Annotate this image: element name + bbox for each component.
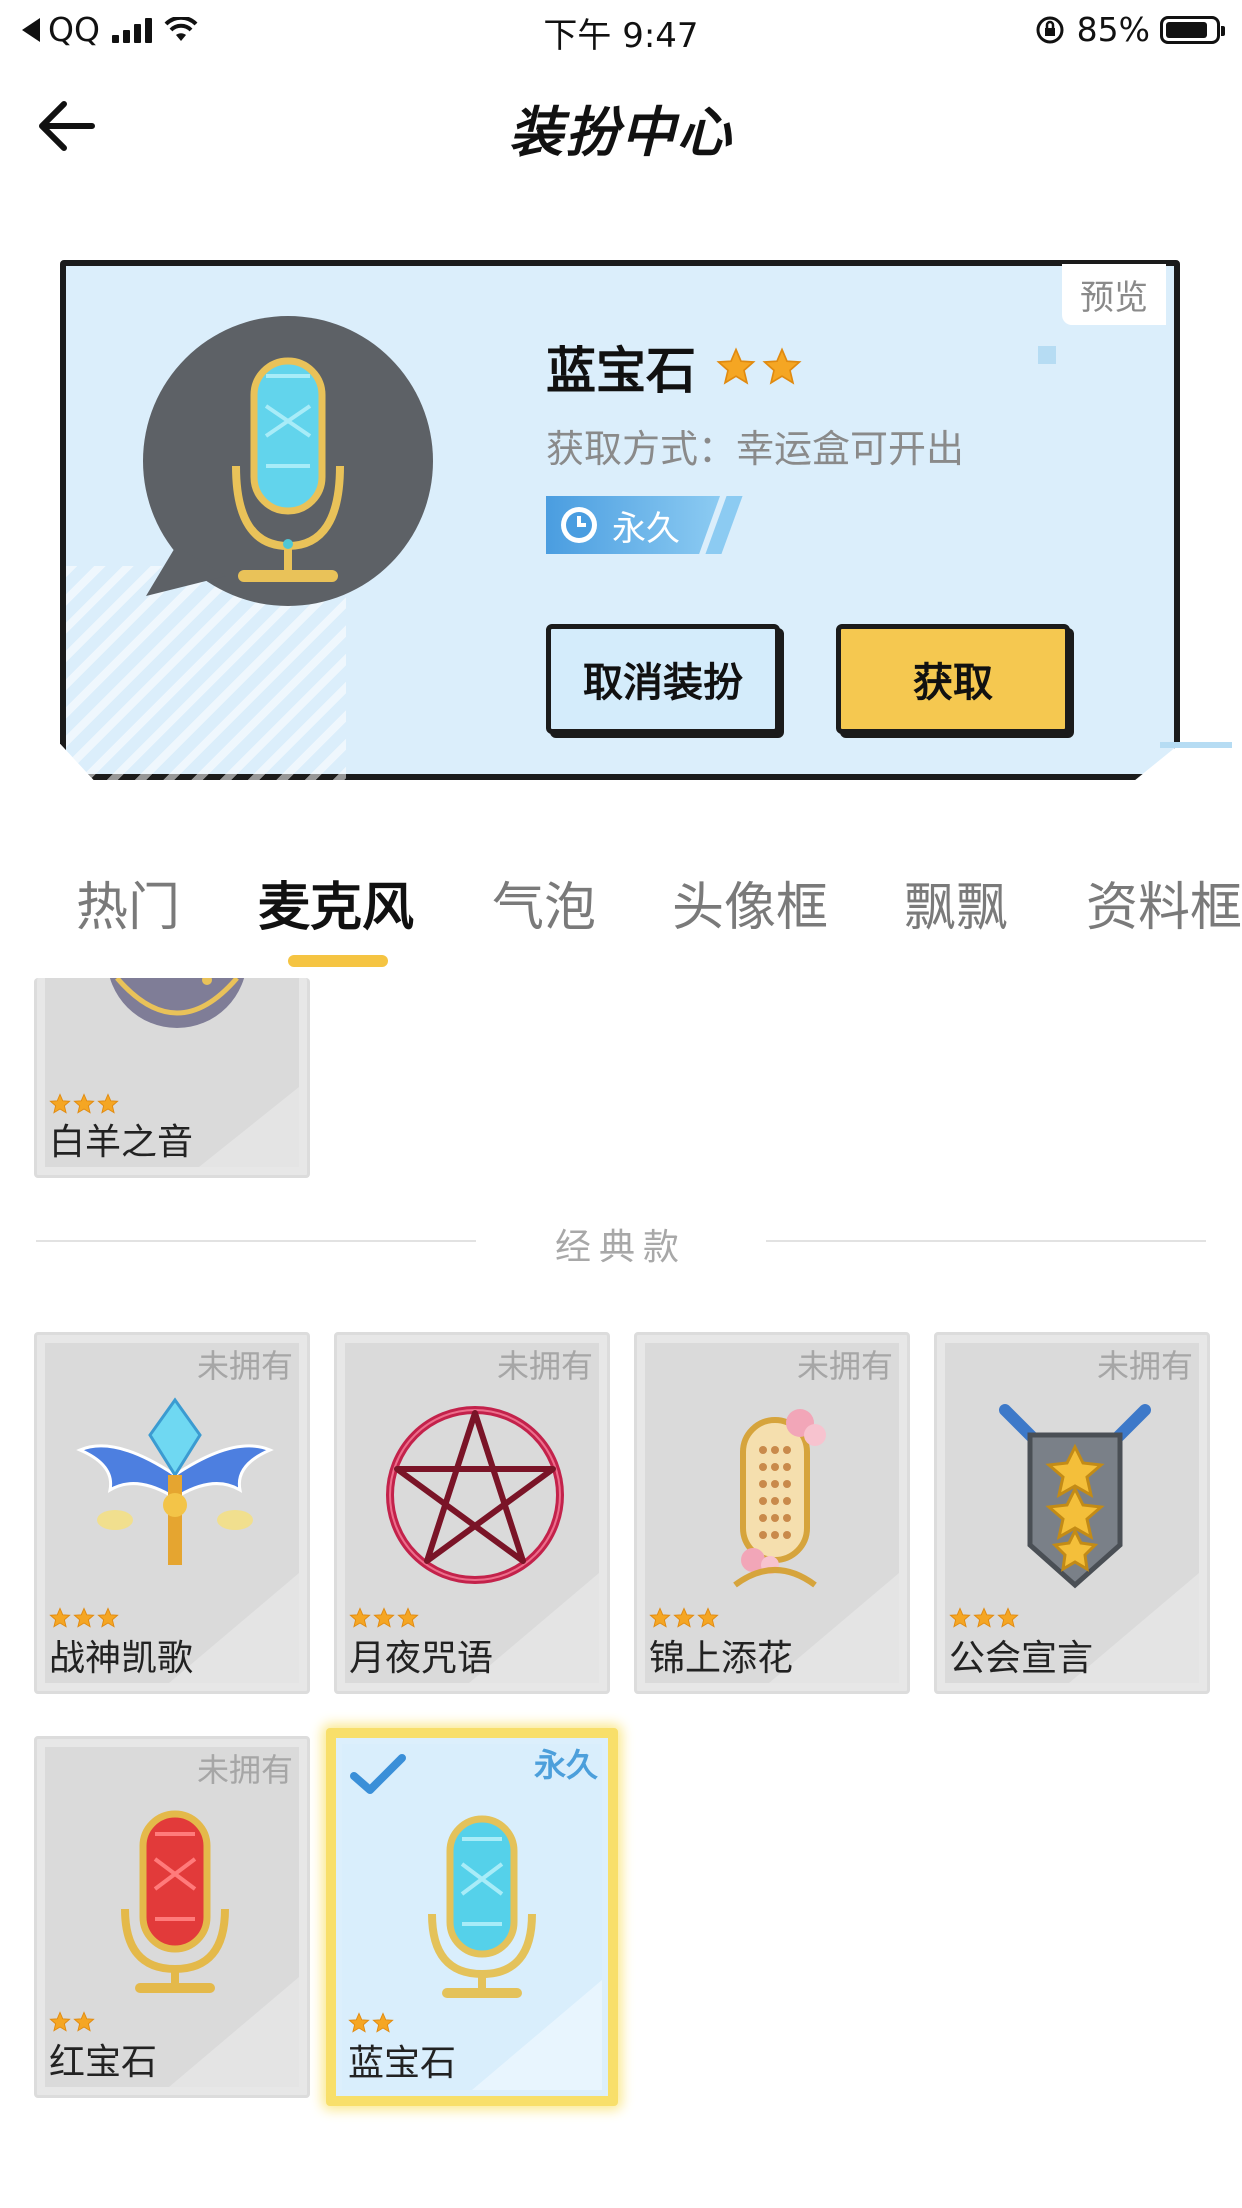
tab-bubble[interactable]: 气泡 [492, 865, 596, 940]
ownership-status: 永久 [533, 1746, 598, 1784]
item-card[interactable]: 未拥有 红宝石 [34, 1736, 310, 2098]
acquire-method: 获取方式：幸运盒可开出 [546, 427, 965, 471]
flower-mic-icon [733, 1409, 826, 1588]
status-bar: QQ 下午 9:47 85% [0, 0, 1242, 60]
ownership-status: 未拥有 [796, 1347, 893, 1385]
section-label: 经典款 [554, 1227, 687, 1268]
page-title: 装扮中心 [509, 101, 733, 164]
rotation-lock-icon [1036, 16, 1064, 43]
preview-panel: 预览 蓝宝石 获取方式：幸运盒可开出 永久 取消装扮 获取 [30, 220, 1232, 810]
status-right: 85% [1035, 10, 1225, 49]
star-icon [73, 1607, 95, 1628]
battery-percent: 85% [1076, 10, 1150, 49]
sapphire-mic-preview-icon [143, 316, 433, 606]
preview-star-rating [716, 347, 802, 387]
item-name: 战神凯歌 [49, 1638, 194, 1679]
star-icon [73, 1093, 95, 1114]
item-card[interactable]: 未拥有 公会宣言 [934, 1332, 1210, 1694]
section-divider: 经典款 [36, 1218, 1206, 1278]
battery-icon [1160, 15, 1225, 44]
item-card-selected[interactable]: 永久 蓝宝石 [326, 1728, 618, 2106]
pentagram-icon [386, 1406, 564, 1584]
star-icon [49, 1093, 71, 1114]
item-card[interactable]: 未拥有 锦上添花 [634, 1332, 910, 1694]
star-rating [949, 1607, 1019, 1629]
ownership-status: 未拥有 [196, 1751, 293, 1789]
item-card[interactable]: 未拥有 月夜咒语 [334, 1332, 610, 1694]
tab-avatar-frame[interactable]: 头像框 [672, 865, 828, 940]
star-icon [949, 1607, 971, 1628]
preview-tag: 预览 [1062, 264, 1166, 325]
decoration [1160, 742, 1232, 748]
star-icon [349, 1607, 371, 1628]
star-rating [49, 1607, 119, 1629]
star-icon [372, 2012, 394, 2033]
preview-item-name: 蓝宝石 [546, 342, 696, 400]
get-button[interactable]: 获取 [836, 624, 1070, 734]
star-icon [973, 1607, 995, 1628]
aries-mic-icon [109, 978, 245, 1028]
clock-icon [561, 507, 597, 543]
ownership-status: 未拥有 [1096, 1347, 1193, 1385]
star-rating [348, 2012, 394, 2034]
tab-floating[interactable]: 飘飘 [904, 865, 1008, 940]
star-icon [762, 347, 802, 385]
active-tab-indicator [288, 955, 388, 967]
tab-profile-frame[interactable]: 资料框 [1086, 865, 1242, 940]
star-icon [373, 1607, 395, 1628]
star-icon [97, 1093, 119, 1114]
duration-label: 永久 [612, 508, 680, 549]
preview-card: 预览 蓝宝石 获取方式：幸运盒可开出 永久 取消装扮 获取 [60, 260, 1180, 780]
preview-item-title: 蓝宝石 [546, 331, 802, 403]
star-icon [49, 1607, 71, 1628]
item-name: 月夜咒语 [349, 1638, 494, 1679]
sapphire-mic-icon [428, 1815, 536, 1998]
item-name: 锦上添花 [649, 1638, 794, 1679]
category-tabs: 热门 麦克风 气泡 头像框 飘飘 资料框 [0, 855, 1242, 975]
item-name: 蓝宝石 [348, 2043, 457, 2084]
winged-scepter-icon [76, 1397, 274, 1565]
star-icon [673, 1607, 695, 1628]
star-icon [716, 347, 756, 385]
ownership-status: 未拥有 [496, 1347, 593, 1385]
cancel-dressup-button[interactable]: 取消装扮 [546, 624, 780, 734]
star-icon [397, 1607, 419, 1628]
star-icon [348, 2012, 370, 2033]
star-rating [49, 1093, 119, 1115]
star-icon [997, 1607, 1019, 1628]
shield-swords-icon [999, 1404, 1151, 1589]
tab-microphone[interactable]: 麦克风 [258, 865, 414, 940]
header: 装扮中心 [0, 70, 1242, 180]
star-rating [49, 2011, 95, 2033]
ownership-status: 未拥有 [196, 1347, 293, 1385]
star-icon [97, 1607, 119, 1628]
tab-hot[interactable]: 热门 [76, 865, 180, 940]
star-icon [73, 2011, 95, 2032]
checkmark-icon [350, 1754, 406, 1794]
decoration [1038, 346, 1056, 364]
star-icon [697, 1607, 719, 1628]
item-card[interactable]: 未拥有 战神凯歌 [34, 1332, 310, 1694]
item-name: 公会宣言 [949, 1638, 1094, 1679]
item-name: 红宝石 [49, 2042, 158, 2083]
duration-badge: 永久 [546, 496, 743, 554]
star-icon [649, 1607, 671, 1628]
star-rating [349, 1607, 419, 1629]
star-rating [649, 1607, 719, 1629]
star-icon [49, 2011, 71, 2032]
item-name: 白羊之音 [49, 1122, 194, 1163]
ruby-mic-icon [121, 1810, 229, 1993]
item-card-aries[interactable]: 白羊之音 [34, 978, 310, 1178]
